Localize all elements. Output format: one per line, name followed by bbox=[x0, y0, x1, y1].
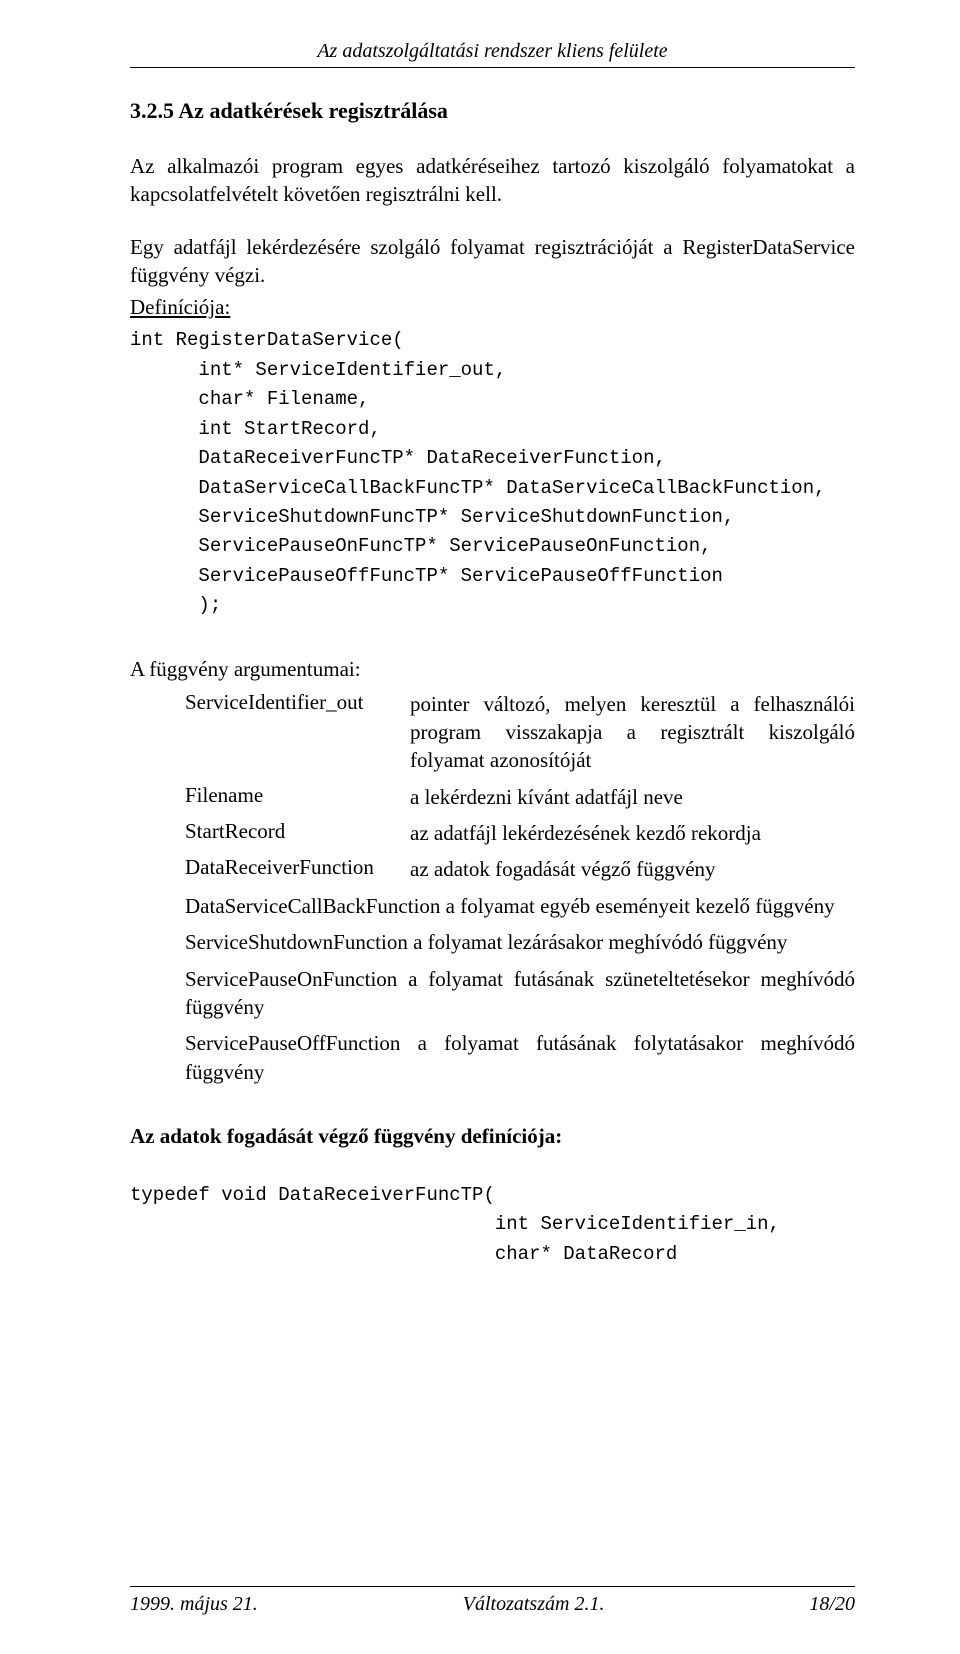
header-divider bbox=[130, 67, 855, 68]
arg-key: DataReceiverFunction bbox=[185, 855, 410, 883]
arg-key: Filename bbox=[185, 783, 410, 811]
code-line: char* DataRecord bbox=[130, 1240, 855, 1269]
arg-val: pointer változó, melyen keresztül a felh… bbox=[410, 690, 855, 775]
page-footer: 1999. május 21. Változatszám 2.1. 18/20 bbox=[130, 1586, 855, 1616]
page-header: Az adatszolgáltatási rendszer kliens fel… bbox=[130, 40, 855, 63]
arg-row: ServiceIdentifier_out pointer változó, m… bbox=[185, 690, 855, 775]
arg-key: StartRecord bbox=[185, 819, 410, 847]
code-line: typedef void DataReceiverFuncTP( bbox=[130, 1181, 855, 1210]
arg-line: ServicePauseOnFunction a folyamat futásá… bbox=[185, 965, 855, 1022]
footer-row: 1999. május 21. Változatszám 2.1. 18/20 bbox=[130, 1593, 855, 1616]
code-block-register: int RegisterDataService( int* ServiceIde… bbox=[130, 326, 855, 620]
footer-divider bbox=[130, 1586, 855, 1587]
arg-val: a lekérdezni kívánt adatfájl neve bbox=[410, 783, 855, 811]
arg-line: ServiceShutdownFunction a folyamat lezár… bbox=[185, 928, 855, 956]
arg-row: StartRecord az adatfájl lekérdezésének k… bbox=[185, 819, 855, 847]
arguments-title: A függvény argumentumai: bbox=[130, 657, 855, 682]
footer-version: Változatszám 2.1. bbox=[463, 1593, 605, 1616]
arg-row: DataReceiverFunction az adatok fogadását… bbox=[185, 855, 855, 883]
sub-heading: Az adatok fogadását végző függvény defin… bbox=[130, 1124, 855, 1149]
page: Az adatszolgáltatási rendszer kliens fel… bbox=[0, 0, 960, 1654]
section-heading: 3.2.5 Az adatkérések regisztrálása bbox=[130, 98, 855, 124]
paragraph-1: Az alkalmazói program egyes adatkéréseih… bbox=[130, 152, 855, 209]
arg-val: az adatfájl lekérdezésének kezdő rekordj… bbox=[410, 819, 855, 847]
footer-date: 1999. május 21. bbox=[130, 1593, 258, 1616]
arguments-block: ServiceIdentifier_out pointer változó, m… bbox=[130, 690, 855, 1086]
arg-line: ServicePauseOffFunction a folyamat futás… bbox=[185, 1029, 855, 1086]
arg-val: az adatok fogadását végző függvény bbox=[410, 855, 855, 883]
arg-key: ServiceIdentifier_out bbox=[185, 690, 410, 775]
footer-page-number: 18/20 bbox=[809, 1593, 855, 1616]
arg-line: DataServiceCallBackFunction a folyamat e… bbox=[185, 892, 855, 920]
arg-row: Filename a lekérdezni kívánt adatfájl ne… bbox=[185, 783, 855, 811]
code-line: int ServiceIdentifier_in, bbox=[130, 1210, 855, 1239]
paragraph-2: Egy adatfájl lekérdezésére szolgáló foly… bbox=[130, 233, 855, 290]
definition-label: Definíciója: bbox=[130, 295, 855, 320]
